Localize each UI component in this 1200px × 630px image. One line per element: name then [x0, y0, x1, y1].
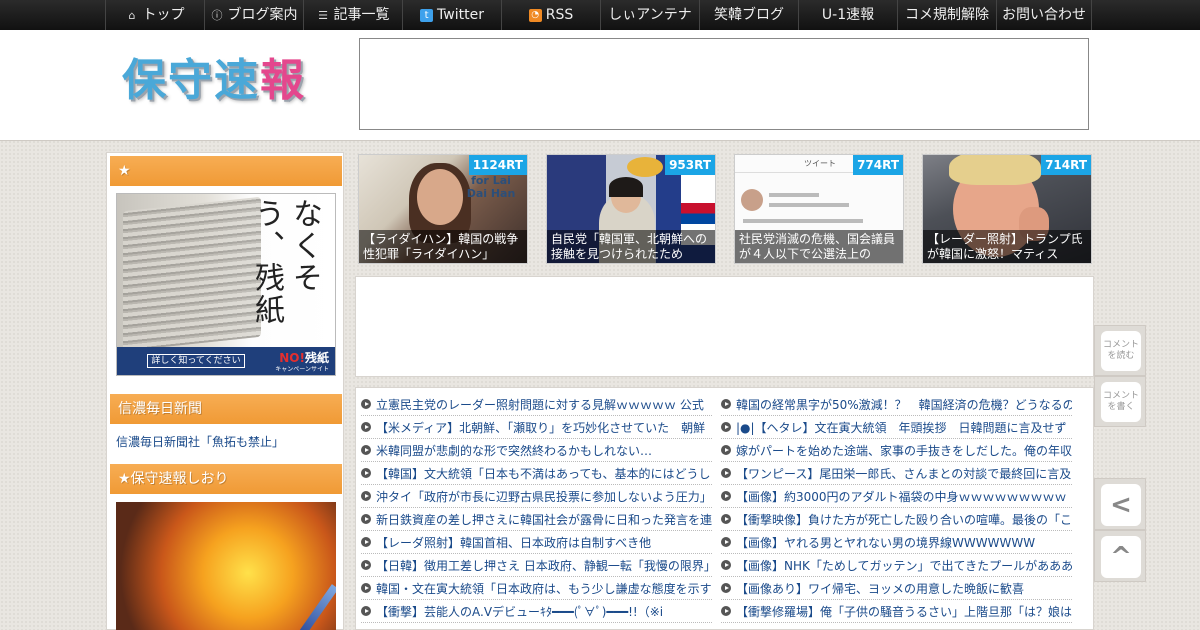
- thumb-caption: 【ライダイハン】韓国の戦争性犯罪「ライダイハン」: [359, 230, 527, 263]
- play-bullet-icon: [361, 422, 371, 432]
- play-bullet-icon: [361, 583, 371, 593]
- play-bullet-icon: [361, 399, 371, 409]
- twitter-icon: t: [420, 8, 434, 22]
- list-item[interactable]: 立憲民主党のレーダー照射問題に対する見解ｗｗｗｗｗ 公式: [361, 393, 712, 416]
- article-list: 立憲民主党のレーダー照射問題に対する見解ｗｗｗｗｗ 公式 【米メディア】北朝鮮、…: [355, 387, 1094, 630]
- list-item[interactable]: 沖タイ「政府が市長に辺野古県民投票に参加しないよう圧力」: [361, 485, 712, 508]
- play-bullet-icon: [361, 491, 371, 501]
- list-item[interactable]: 【韓国】文大統領「日本も不満はあっても、基本的にはどうし: [361, 462, 712, 485]
- banner-vertical-text: なくそう、残紙: [249, 198, 322, 326]
- list-item[interactable]: 新日鉄資産の差し押さえに韓国社会が露骨に日和った発言を連: [361, 508, 712, 531]
- thumb-card[interactable]: 953RT 自民党「韓国軍、北朝鮮への接触を見つけられたため: [546, 154, 716, 264]
- play-bullet-icon: [721, 445, 731, 455]
- thumb-caption: 自民党「韓国軍、北朝鮮への接触を見つけられたため: [547, 230, 715, 263]
- play-bullet-icon: [721, 606, 731, 616]
- list-item[interactable]: 【画像】NHK「ためしてガッテン」で出てきたプールがあああ: [721, 554, 1072, 577]
- list-item[interactable]: |●|【ヘタレ】文在寅大統領 年頭挨拶 日韓問題に言及せず: [721, 416, 1072, 439]
- list-item[interactable]: 【画像】約3000円のアダルト福袋の中身ｗｗｗｗｗｗｗｗｗ: [721, 485, 1072, 508]
- list-item[interactable]: 韓国の経常黒字が50%激減！？ 韓国経済の危機？どうなるの: [721, 393, 1072, 416]
- play-bullet-icon: [361, 445, 371, 455]
- play-bullet-icon: [721, 514, 731, 524]
- play-bullet-icon: [721, 399, 731, 409]
- play-bullet-icon: [361, 537, 371, 547]
- scroll-top-button[interactable]: ^: [1094, 530, 1146, 582]
- list-item[interactable]: 【衝撃】芸能人のA.Vデビューｷﾀ━━━(ﾟ∀ﾟ)━━━!!（※i: [361, 600, 712, 623]
- home-icon: ⌂: [128, 8, 136, 22]
- play-bullet-icon: [361, 514, 371, 524]
- sidebar-heading-bookmark: ★保守速報しおり: [110, 464, 342, 494]
- list-item[interactable]: 米韓同盟が悲劇的な形で突然終わるかもしれない…: [361, 439, 712, 462]
- nav-unblock[interactable]: コメ規制解除: [897, 0, 996, 30]
- nav-top[interactable]: ⌂ トップ: [105, 0, 204, 30]
- play-bullet-icon: [361, 468, 371, 478]
- play-bullet-icon: [361, 606, 371, 616]
- list-item[interactable]: 【画像】ヤれる男とヤれない男の境界線WWWWWWW: [721, 531, 1072, 554]
- list-item[interactable]: 【画像あり】ワイ帰宅、ヨッメの用意した晩飯に歓喜: [721, 577, 1072, 600]
- back-button[interactable]: <: [1094, 478, 1146, 530]
- info-icon: ⓘ: [211, 8, 223, 22]
- sidebar-heading-star: ★: [110, 156, 342, 186]
- banner-campaign-site-label: キャンペーンサイト: [275, 366, 329, 373]
- top-navigation: ⌂ トップ ⓘ ブログ案内 ☰ 記事一覧 t Twitter ◔ RSS しぃアンテナ 笑…: [0, 0, 1200, 30]
- nav-blog-guide[interactable]: ⓘ ブログ案内: [204, 0, 303, 30]
- zanshi-campaign-banner[interactable]: なくそう、残紙 詳しく知ってください NO!残紙 キャンペーンサイト: [116, 193, 336, 376]
- chevron-left-icon: <: [1110, 490, 1132, 520]
- write-comments-button[interactable]: コメントを書く: [1094, 376, 1146, 427]
- list-item[interactable]: 【日韓】徴用工差し押さえ 日本政府、静観一転「我慢の限界」: [361, 554, 712, 577]
- list-icon: ☰: [318, 8, 328, 22]
- list-item[interactable]: 嫁がパートを始めた途端、家事の手抜きをしだした。俺の年収: [721, 439, 1072, 462]
- middle-ad-slot: [355, 276, 1094, 377]
- list-item[interactable]: 【衝撃映像】負けた方が死亡した殴り合いの喧嘩。最後の「こ: [721, 508, 1072, 531]
- read-comments-button[interactable]: コメントを読む: [1094, 325, 1146, 376]
- play-bullet-icon: [721, 583, 731, 593]
- nav-shokan-blog[interactable]: 笑韓ブログ: [699, 0, 798, 30]
- retweet-count-badge: 774RT: [853, 155, 903, 175]
- list-item[interactable]: 【米メディア】北朝鮮、「瀬取り」を巧妙化させていた 朝鮮: [361, 416, 712, 439]
- avatar: [741, 189, 763, 211]
- nav-article-list[interactable]: ☰ 記事一覧: [303, 0, 402, 30]
- thumb-caption: 社民党消滅の危機、国会議員が４人以下で公選法上の: [735, 230, 903, 263]
- chevron-up-icon: ^: [1110, 542, 1132, 572]
- header-ad-slot: [359, 38, 1089, 130]
- list-item[interactable]: 【衝撃修羅場】俺「子供の騒音うるさい」上階旦那「は？娘は: [721, 600, 1072, 623]
- list-item[interactable]: 【ワンピース】尾田栄一郎氏、さんまとの対談で最終回に言及: [721, 462, 1072, 485]
- site-header: 保守速報: [0, 30, 1200, 141]
- thumb-caption: 【レーダー照射】トランプ氏が韓国に激怒！マティス: [923, 230, 1091, 263]
- play-bullet-icon: [721, 537, 731, 547]
- bookmark-banner-image[interactable]: [116, 502, 336, 630]
- play-bullet-icon: [721, 491, 731, 501]
- nav-u1[interactable]: U-1速報: [798, 0, 897, 30]
- thumb-card[interactable]: ツイート 774RT 社民党消滅の危機、国会議員が４人以下で公選法上の: [734, 154, 904, 264]
- retweet-count-badge: 1124RT: [468, 155, 527, 175]
- sidebar-heading-shinano: 信濃毎日新聞: [110, 394, 342, 424]
- nav-twitter[interactable]: t Twitter: [402, 0, 501, 30]
- thumb-card[interactable]: 714RT 【レーダー照射】トランプ氏が韓国に激怒！マティス: [922, 154, 1092, 264]
- nav-antenna[interactable]: しぃアンテナ: [600, 0, 699, 30]
- play-bullet-icon: [721, 468, 731, 478]
- play-bullet-icon: [721, 422, 731, 432]
- sidebar: ★ なくそう、残紙 詳しく知ってください NO!残紙 キャンペーンサイト 信濃毎…: [106, 152, 344, 630]
- banner-learn-more-button[interactable]: 詳しく知ってください: [147, 354, 245, 368]
- play-bullet-icon: [721, 560, 731, 570]
- sidebar-link-shinano[interactable]: 信濃毎日新聞社「魚拓も禁止」: [116, 433, 284, 450]
- site-logo[interactable]: 保守速報: [122, 52, 306, 110]
- list-item[interactable]: 【レーダ照射】韓国首相、日本政府は自制すべき他: [361, 531, 712, 554]
- retweet-count-badge: 953RT: [665, 155, 715, 175]
- article-column-left: 立憲民主党のレーダー照射問題に対する見解ｗｗｗｗｗ 公式 【米メディア】北朝鮮、…: [361, 393, 712, 623]
- nav-contact[interactable]: お問い合わせ: [996, 0, 1092, 30]
- nav-rss[interactable]: ◔ RSS: [501, 0, 600, 30]
- list-item[interactable]: 韓国・文在寅大統領「日本政府は、もう少し謙虚な態度を示す: [361, 577, 712, 600]
- thumb-card[interactable]: Justice for Lai Dai Han 1124RT 【ライダイハン】韓…: [358, 154, 528, 264]
- rss-icon: ◔: [528, 8, 542, 22]
- retweet-count-badge: 714RT: [1041, 155, 1091, 175]
- article-column-right: 韓国の経常黒字が50%激減！？ 韓国経済の危機？どうなるの |●|【ヘタレ】文在…: [721, 393, 1072, 623]
- play-bullet-icon: [361, 560, 371, 570]
- newspaper-stack-image: [123, 196, 261, 352]
